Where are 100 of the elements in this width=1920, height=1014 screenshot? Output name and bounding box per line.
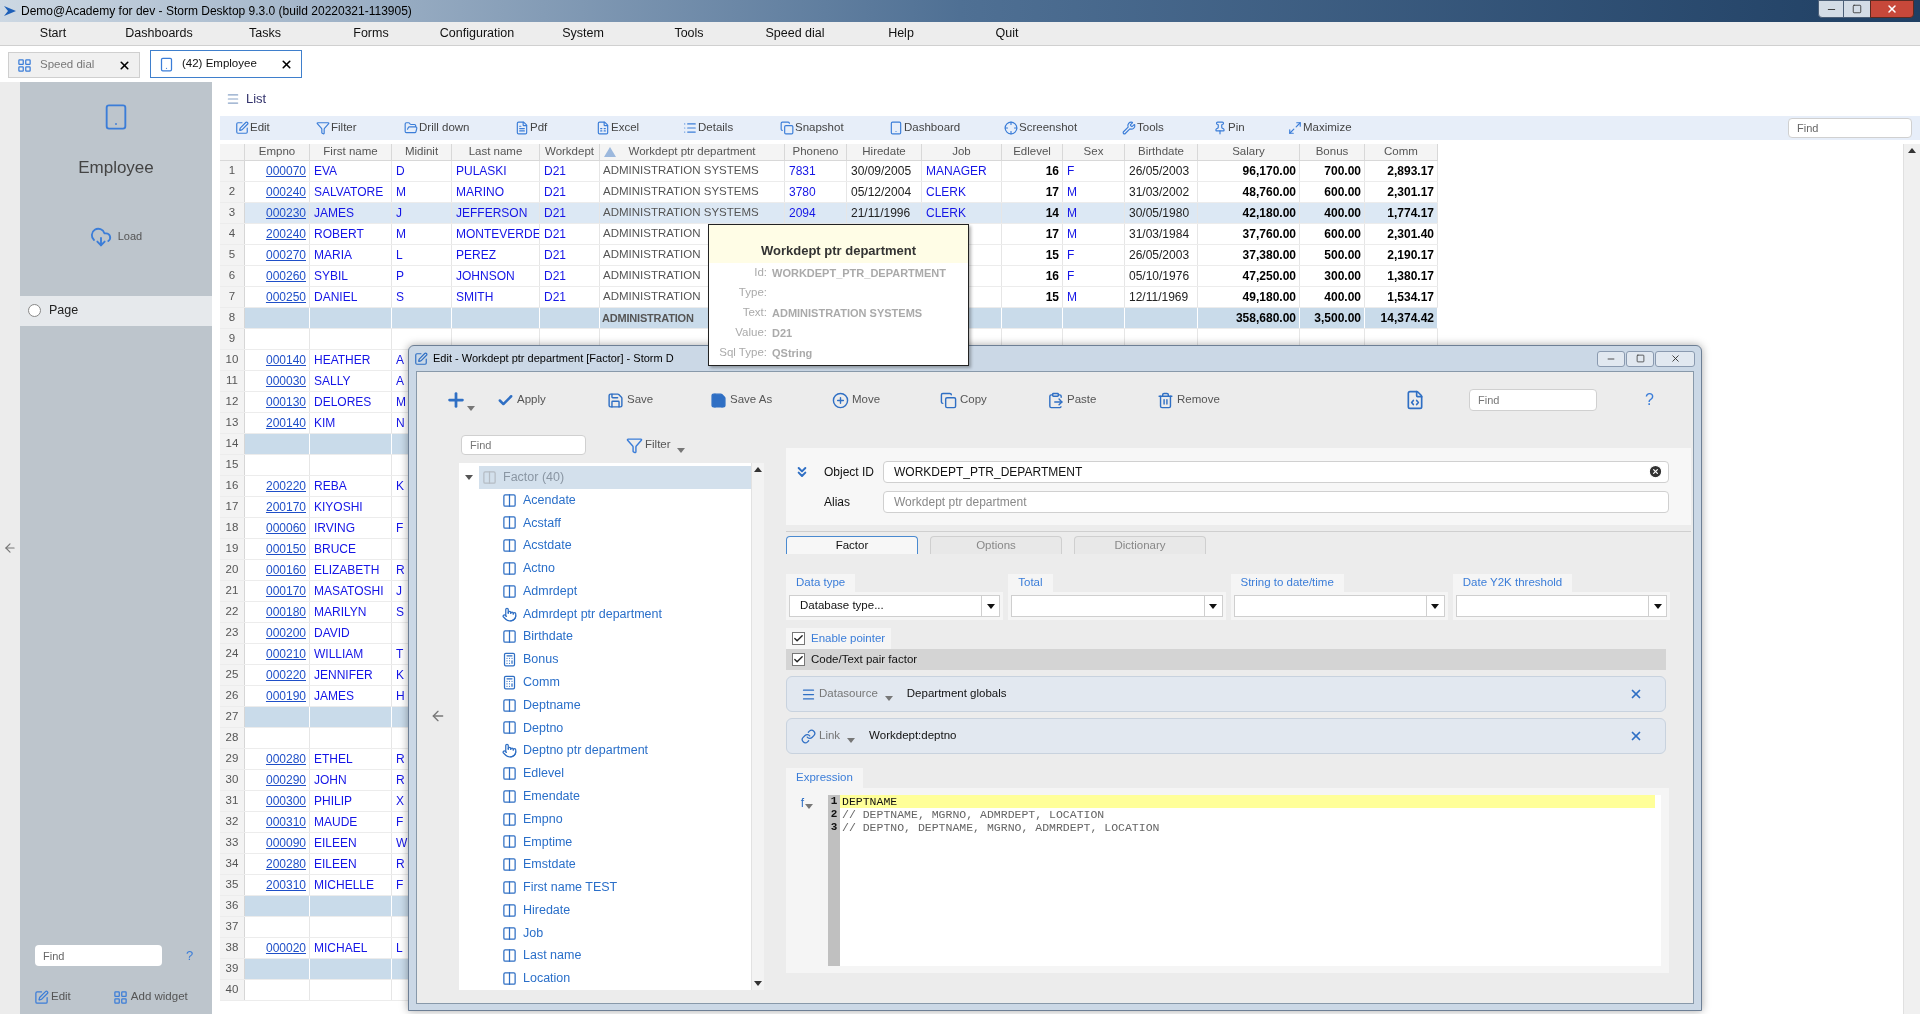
sidebar-title: Employee <box>78 157 154 179</box>
table-cell: 48,760.00 <box>1198 182 1300 202</box>
table-cell: 26/05/2003 <box>1125 245 1198 265</box>
table-cell: M <box>1063 287 1125 307</box>
table-cell: MICHAEL <box>310 938 392 958</box>
table-cell: 37,380.00 <box>1198 245 1300 265</box>
row-number: 40 <box>220 980 245 1000</box>
row-number: 10 <box>220 350 245 370</box>
table-cell: ELIZABETH <box>310 560 392 580</box>
table-cell: P <box>392 266 452 286</box>
table-cell: DAVID <box>310 623 392 643</box>
table-cell: SMITH <box>452 287 540 307</box>
table-cell: REBA <box>310 476 392 496</box>
table-cell: MASATOSHI <box>310 581 392 601</box>
row-number: 7 <box>220 287 245 307</box>
table-cell: JOHN <box>310 770 392 790</box>
table-cell: 7831 <box>785 161 847 181</box>
table-cell: JENNIFER <box>310 665 392 685</box>
table-cell: 400.00 <box>1300 203 1365 223</box>
row-number: 37 <box>220 917 245 937</box>
table-cell: 1,534.17 <box>1365 287 1438 307</box>
table-cell: MAUDE <box>310 812 392 832</box>
table-cell: SALVATORE <box>310 182 392 202</box>
row-number: 34 <box>220 854 245 874</box>
table-cell: F <box>1063 245 1125 265</box>
row-number: 2 <box>220 182 245 202</box>
table-cell: PHILIP <box>310 791 392 811</box>
section-label: Expression <box>786 768 863 788</box>
row-number: 17 <box>220 497 245 517</box>
table-cell: 3780 <box>785 182 847 202</box>
table-cell: M <box>1063 182 1125 202</box>
field-value: QString <box>772 345 813 361</box>
table-cell: D21 <box>540 182 600 202</box>
table-cell: D21 <box>540 224 600 244</box>
table-cell: KIYOSHI <box>310 497 392 517</box>
line-number: 1 <box>829 795 839 808</box>
table-cell: MICHELLE <box>310 875 392 895</box>
row-number: 29 <box>220 749 245 769</box>
row-number: 28 <box>220 728 245 748</box>
field-label: String to date/time <box>1230 574 1344 592</box>
table-cell: MANAGER <box>922 161 1002 181</box>
table-cell: M <box>1063 203 1125 223</box>
table-cell: 14,374.42 <box>1365 308 1438 328</box>
row-number: 6 <box>220 266 245 286</box>
table-cell: 47,250.00 <box>1198 266 1300 286</box>
table-cell: 16 <box>1002 161 1063 181</box>
table-cell: PULASKI <box>452 161 540 181</box>
table-cell: BRUCE <box>310 539 392 559</box>
row-number: 33 <box>220 833 245 853</box>
table-cell: D21 <box>540 161 600 181</box>
row-number: 13 <box>220 413 245 433</box>
table-cell: 30/09/2005 <box>847 161 922 181</box>
row-number: 27 <box>220 707 245 727</box>
field-label: Data type <box>786 574 856 592</box>
row-number: 24 <box>220 644 245 664</box>
field-label: Text: <box>741 305 767 321</box>
field-label: Sql Type: <box>718 345 767 361</box>
table-cell: ADMINISTRATION SYSTEMS <box>600 161 785 181</box>
table-cell: 2,190.17 <box>1365 245 1438 265</box>
row-number: 3 <box>220 203 245 223</box>
row-number: 4 <box>220 224 245 244</box>
table-cell: 26/05/2003 <box>1125 161 1198 181</box>
row-number: 32 <box>220 812 245 832</box>
row-number: 39 <box>220 959 245 979</box>
table-cell: 2,301.40 <box>1365 224 1438 244</box>
table-cell: 700.00 <box>1300 161 1365 181</box>
table-cell: CLERK <box>922 182 1002 202</box>
table-cell: 2,301.17 <box>1365 182 1438 202</box>
table-cell: 17 <box>1002 224 1063 244</box>
table-cell: KIM <box>310 413 392 433</box>
code-line: // DEPTNAME, MGRNO, ADMRDEPT, LOCATION <box>841 808 1106 821</box>
row-number: 14 <box>220 434 245 454</box>
table-cell: 2,893.17 <box>1365 161 1438 181</box>
row-number: 1 <box>220 161 245 181</box>
row-number: 11 <box>220 371 245 391</box>
row-number: 22 <box>220 602 245 622</box>
table-cell: D21 <box>540 287 600 307</box>
table-cell: MARIA <box>310 245 392 265</box>
table-cell: ROBERT <box>310 224 392 244</box>
row-number: 16 <box>220 476 245 496</box>
table-cell: JEFFERSON <box>452 203 540 223</box>
table-cell: EILEEN <box>310 833 392 853</box>
table-cell: F <box>1063 161 1125 181</box>
table-cell: 358,680.00 <box>1198 308 1300 328</box>
table-cell: 42,180.00 <box>1198 203 1300 223</box>
table-cell: 05/12/2004 <box>847 182 922 202</box>
line-number: 3 <box>829 821 839 834</box>
row-number: 35 <box>220 875 245 895</box>
field-label: Alias <box>824 493 851 511</box>
table-cell: SYBIL <box>310 266 392 286</box>
table-cell: D21 <box>540 266 600 286</box>
table-cell: MARILYN <box>310 602 392 622</box>
row-number: 5 <box>220 245 245 265</box>
table-cell: JAMES <box>310 686 392 706</box>
field-label: Total <box>1008 574 1053 592</box>
field-label: Date Y2K threshold <box>1452 574 1573 592</box>
window-title: Demo@Academy for dev - Storm Desktop 9.3.0 (build 20220321-113905) <box>21 3 412 20</box>
list-title: List <box>246 90 267 109</box>
row-number: 18 <box>220 518 245 538</box>
table-cell: D <box>392 161 452 181</box>
